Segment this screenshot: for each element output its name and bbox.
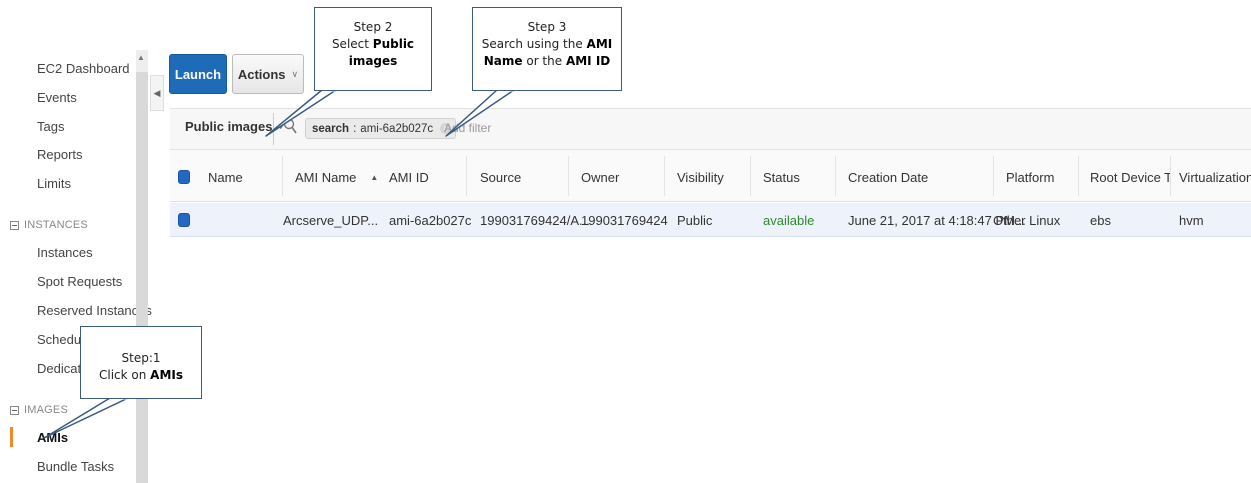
cell-virtualization: hvm [1179, 213, 1204, 228]
column-header-ami-name[interactable]: AMI Name ▲ [295, 170, 378, 185]
column-header-ami-id[interactable]: AMI ID [389, 170, 429, 185]
active-item-indicator [10, 427, 13, 447]
column-header-creation-date[interactable]: Creation Date [848, 170, 928, 185]
step1-callout: Step:1 Click on AMIs [80, 326, 202, 399]
column-header-source[interactable]: Source [480, 170, 521, 185]
sort-ascending-icon: ▲ [370, 173, 379, 182]
actions-button[interactable]: Actions ∨ [232, 54, 304, 94]
step3-callout: Step 3 Search using the AMI Name or the … [472, 7, 622, 91]
sidebar-item-amis[interactable]: AMIs [37, 430, 68, 445]
step1-line2: Click on AMIs [98, 368, 183, 382]
step2-line2: Select Public [331, 37, 415, 51]
column-header-status[interactable]: Status [763, 170, 800, 185]
column-divider [282, 156, 283, 196]
actions-label: Actions [237, 66, 286, 82]
select-all-checkbox[interactable] [178, 170, 190, 184]
row-checkbox[interactable] [178, 213, 190, 227]
cell-ami-name: Arcserve_UDP... [283, 213, 379, 228]
sidebar-item-spot-requests[interactable]: Spot Requests [37, 274, 122, 289]
step3-line3: Name or the AMI ID [483, 54, 611, 68]
step2-line3: images [348, 54, 398, 68]
sidebar-item-limits[interactable]: Limits [37, 176, 71, 191]
filter-dropdown-label: Public images [185, 118, 273, 134]
token-key: search [312, 122, 350, 135]
step1-title: Step:1 [121, 351, 161, 365]
add-filter-input[interactable]: Add filter [444, 121, 491, 135]
sidebar-section-instances[interactable]: INSTANCES [10, 219, 88, 231]
collapse-icon [10, 405, 19, 415]
collapse-sidebar-icon[interactable]: ◀ [150, 75, 164, 111]
column-header-platform[interactable]: Platform [1006, 170, 1054, 185]
search-icon [283, 118, 297, 134]
scroll-up-arrow-icon[interactable]: ▲ [137, 54, 145, 62]
sidebar-scrollbar[interactable] [136, 50, 148, 483]
search-filter-token[interactable]: search : ami-6a2b027c × [305, 118, 457, 139]
column-divider [750, 156, 751, 196]
launch-button[interactable]: Launch [169, 54, 227, 94]
column-header-visibility[interactable]: Visibility [677, 170, 724, 185]
step3-title: Step 3 [527, 20, 567, 34]
sidebar-item-instances[interactable]: Instances [37, 245, 93, 260]
sidebar-item-bundle-tasks[interactable]: Bundle Tasks [37, 459, 114, 474]
column-divider [993, 156, 994, 196]
token-separator: : [353, 122, 357, 135]
column-header-owner[interactable]: Owner [581, 170, 619, 185]
column-divider [466, 156, 467, 196]
cell-visibility: Public [677, 213, 713, 228]
sidebar-nav: EC2 Dashboard Events Tags Reports Limits… [0, 0, 152, 483]
column-divider [835, 156, 836, 196]
column-divider [568, 156, 569, 196]
sidebar-section-images[interactable]: IMAGES [10, 404, 68, 416]
column-divider [1170, 156, 1171, 196]
cell-root-device-type: ebs [1090, 213, 1111, 228]
filter-divider [273, 113, 274, 145]
cell-source: 199031769424/A... [480, 213, 590, 228]
sidebar-item-ec2-dashboard[interactable]: EC2 Dashboard [37, 61, 130, 76]
sidebar-item-reports[interactable]: Reports [37, 147, 83, 162]
step3-line2: Search using the AMI [481, 37, 613, 51]
column-divider [664, 156, 665, 196]
column-header-label: AMI Name [295, 170, 357, 185]
column-divider [1078, 156, 1079, 196]
sidebar-item-events[interactable]: Events [37, 90, 77, 105]
cell-owner: 199031769424 [581, 213, 668, 228]
column-header-virtualization[interactable]: Virtualization [1179, 170, 1251, 185]
sidebar-item-reserved-instances[interactable]: Reserved Instances [37, 303, 152, 318]
column-header-name[interactable]: Name [208, 170, 243, 185]
cell-platform: Other Linux [993, 213, 1061, 228]
collapse-icon [10, 220, 19, 230]
column-header-root-device-type[interactable]: Root Device Ty [1090, 170, 1170, 185]
step2-title: Step 2 [353, 20, 393, 34]
sidebar-item-tags[interactable]: Tags [37, 119, 64, 134]
sidebar-section-label: INSTANCES [24, 219, 88, 231]
step2-callout: Step 2 Select Public images [314, 7, 432, 91]
cell-status: available [763, 213, 815, 228]
chevron-down-icon: ∨ [291, 68, 299, 79]
cell-ami-id: ami-6a2b027c [389, 213, 472, 228]
sidebar-section-label: IMAGES [24, 404, 68, 416]
token-value: ami-6a2b027c [360, 122, 434, 135]
